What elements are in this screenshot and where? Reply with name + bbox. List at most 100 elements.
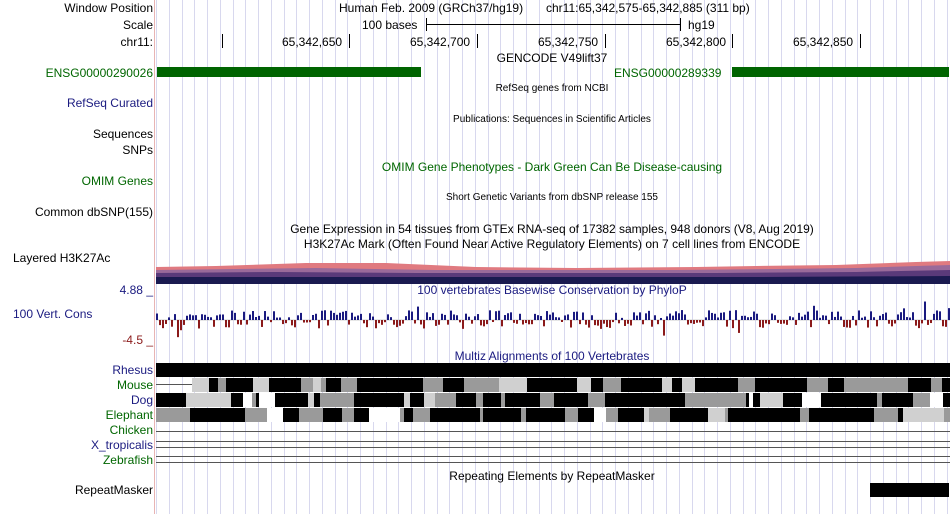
alignment-line-zebrafish-2 [156, 462, 950, 463]
conservation-bar [327, 320, 329, 326]
grid-line [220, 0, 221, 514]
refseq-track-label[interactable]: RefSeq Curated [67, 96, 153, 110]
alignment-block [618, 408, 631, 422]
h3k27ac-track-label[interactable]: Layered H3K27Ac [13, 251, 110, 265]
grid-line [730, 0, 731, 514]
alignment-block [283, 408, 299, 422]
conservation-bar [381, 320, 383, 325]
conservation-bar [768, 320, 770, 325]
grid-line [462, 0, 463, 514]
sequences-track-label[interactable]: Sequences [93, 127, 153, 141]
conservation-bars [156, 301, 950, 338]
grid-line [360, 0, 361, 514]
grid-line [449, 0, 450, 514]
alignment-block [830, 408, 839, 422]
alignment-block [821, 393, 836, 407]
conservation-bar [945, 320, 947, 327]
alignment-block [700, 393, 722, 407]
conservation-bar [261, 320, 263, 327]
grid-line [806, 0, 807, 514]
alignment-block [253, 378, 269, 392]
gene-bar-right[interactable] [732, 67, 949, 77]
conservation-bar [312, 314, 314, 320]
conservation-bar [510, 312, 512, 320]
species-rhesus[interactable]: Rhesus [112, 363, 153, 377]
conservation-bar [561, 320, 563, 323]
alignment-block [570, 378, 577, 392]
dbsnp-track-label[interactable]: Common dbSNP(155) [35, 205, 153, 219]
conservation-bar [432, 313, 434, 320]
conservation-bar [657, 320, 659, 325]
alignment-block [621, 378, 644, 392]
conservation-bar [237, 320, 239, 325]
ruler-tick [605, 34, 606, 48]
conservation-bar [582, 312, 584, 320]
alignment-block [165, 393, 183, 407]
conservation-bar [900, 312, 902, 320]
gtex-track-title: Gene Expression in 54 tissues from GTEx … [290, 222, 814, 236]
gencode-left-gene-label[interactable]: ENSG00000290026 [46, 66, 153, 80]
conservation-bar [186, 315, 188, 320]
alignment-block [672, 378, 682, 392]
alignment-block [809, 408, 830, 422]
species-x-tropicalis[interactable]: X_tropicalis [91, 438, 153, 452]
conservation-bar [867, 320, 869, 328]
conservation-bar [849, 320, 851, 328]
alignment-row-dog [156, 393, 950, 407]
alignment-block [913, 393, 930, 407]
conservation-bar [873, 317, 875, 320]
conservation-bar [306, 320, 308, 323]
scale-label: Scale [122, 18, 153, 32]
conservation-bar [918, 320, 920, 329]
grid-line [207, 0, 208, 514]
grid-line [386, 0, 387, 514]
grid-line [475, 0, 476, 514]
conservation-bar [435, 320, 437, 326]
conservation-bar [621, 317, 623, 320]
species-chicken[interactable]: Chicken [110, 423, 153, 437]
conservation-plot [156, 301, 950, 338]
conservation-bar [543, 320, 545, 327]
omim-track-label[interactable]: OMIM Genes [82, 174, 153, 188]
conservation-bar [819, 317, 821, 320]
alignment-block [807, 378, 828, 392]
repeat-element-block[interactable] [870, 483, 949, 497]
species-mouse[interactable]: Mouse [117, 378, 153, 392]
conservation-bar [423, 320, 425, 329]
conservation-bar [219, 314, 221, 320]
species-dog[interactable]: Dog [131, 393, 153, 407]
species-zebrafish[interactable]: Zebrafish [103, 453, 153, 467]
gene-bar-left[interactable] [157, 67, 421, 77]
conservation-bar [615, 312, 617, 320]
conservation-bar [798, 312, 800, 320]
grid-line [437, 0, 438, 514]
conservation-bar [486, 320, 488, 325]
repeatmasker-track-label[interactable]: RepeatMasker [75, 483, 153, 497]
conservation-bar [513, 320, 515, 323]
conservation-bar [831, 311, 833, 320]
grid-line [322, 0, 323, 514]
conservation-bar [267, 316, 269, 320]
snps-track-label[interactable]: SNPs [122, 143, 153, 157]
alignment-block [760, 393, 783, 407]
grid-line [411, 0, 412, 514]
conservation-bar [927, 320, 929, 325]
grid-line [488, 0, 489, 514]
alignment-line-zebrafish-1 [156, 456, 950, 457]
gencode-right-gene-label[interactable]: ENSG00000289339 [614, 66, 721, 80]
alignment-block [845, 393, 868, 407]
alignment-block [588, 393, 605, 407]
alignment-block [836, 393, 845, 407]
alignment-block [508, 378, 527, 392]
cons-track-label[interactable]: 100 Vert. Cons [13, 307, 92, 321]
conservation-bar [861, 317, 863, 320]
conservation-bar [384, 320, 386, 323]
species-elephant[interactable]: Elephant [106, 408, 153, 422]
chrom-label: chr11: [120, 35, 153, 49]
alignment-block [943, 393, 950, 407]
conservation-bar [222, 314, 224, 320]
alignment-line-chicken [156, 431, 950, 432]
alignment-block [209, 378, 218, 392]
conservation-bar [663, 320, 665, 336]
scale-bar-left-end [426, 18, 427, 31]
